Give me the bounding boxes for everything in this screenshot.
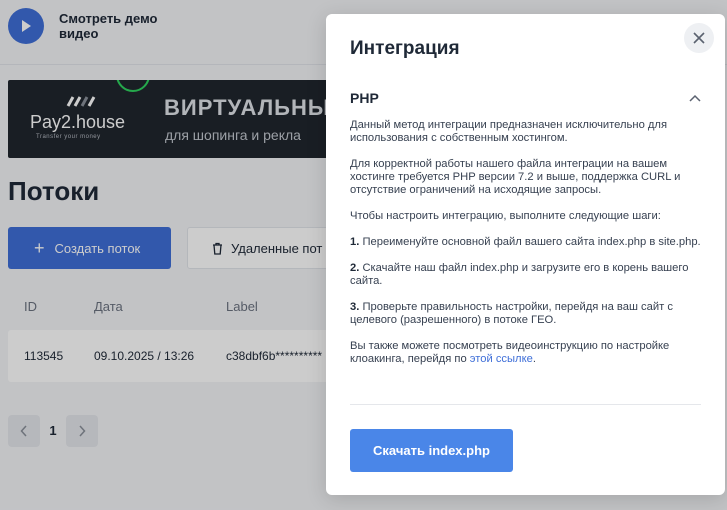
video-instruction-link[interactable]: этой ссылке [470,353,533,365]
video-instruction: Вы также можете посмотреть видеоинструкц… [350,340,701,366]
step-3-text: Проверьте правильность настройки, перейд… [350,301,673,326]
step-1: 1. Переименуйте основной файл вашего сай… [350,236,701,249]
integration-modal: Интеграция PHP Данный метод интеграции п… [326,14,725,495]
step-2-text: Скачайте наш файл index.php и загрузите … [350,262,689,287]
modal-divider [350,404,701,405]
close-icon [693,32,705,44]
step-3-number: 3. [350,301,360,313]
step-3: 3. Проверьте правильность настройки, пер… [350,301,701,327]
step-1-text: Переименуйте основной файл вашего сайта … [362,236,701,248]
close-button[interactable] [684,23,714,53]
step-2: 2. Скачайте наш файл index.php и загрузи… [350,262,701,288]
requirements-paragraph: Для корректной работы нашего файла интег… [350,158,681,196]
step-2-number: 2. [350,262,360,274]
modal-title: Интеграция [350,38,460,59]
accordion-title: PHP [350,90,379,106]
download-button[interactable]: Скачать index.php [350,429,513,472]
php-accordion-header[interactable]: PHP [350,90,701,106]
steps-intro: Чтобы настроить интеграцию, выполните сл… [350,210,661,222]
step-1-number: 1. [350,236,360,248]
chevron-up-icon[interactable] [689,94,701,102]
intro-paragraph: Данный метод интеграции предназначен иск… [350,119,668,144]
accordion-body: Данный метод интеграции предназначен иск… [350,119,701,379]
video-instruction-end: . [532,353,536,365]
